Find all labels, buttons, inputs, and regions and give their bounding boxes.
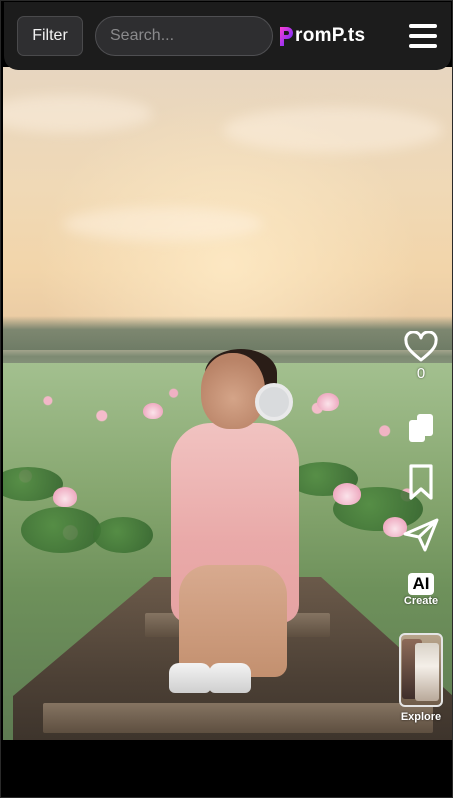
app-frame: Filter romP.ts — [0, 0, 453, 798]
menu-line — [409, 44, 437, 48]
person-shoe — [169, 663, 211, 693]
logo-p-icon — [280, 27, 293, 46]
person-shoe — [209, 663, 251, 693]
send-icon[interactable] — [402, 517, 440, 553]
explore-action[interactable]: Explore — [398, 633, 444, 723]
lily-pad — [21, 507, 101, 553]
like-count: 0 — [416, 365, 426, 382]
filter-button[interactable]: Filter — [17, 16, 83, 56]
create-action[interactable]: AI Create — [398, 573, 444, 607]
person-face — [201, 353, 265, 429]
thumbnail-photo — [415, 643, 439, 701]
like-action[interactable]: 0 — [398, 331, 444, 382]
copy-action[interactable] — [398, 411, 444, 447]
lotus-flower — [317, 393, 339, 411]
share-action[interactable] — [398, 517, 444, 553]
cloud — [63, 207, 263, 241]
feed-image[interactable] — [3, 67, 452, 740]
menu-icon[interactable] — [409, 24, 437, 48]
lily-pad — [93, 517, 153, 553]
heart-icon[interactable] — [403, 331, 439, 363]
bookmark-action[interactable] — [398, 463, 444, 501]
lotus-flower — [53, 487, 77, 507]
bottom-area — [1, 740, 452, 797]
menu-line — [409, 24, 437, 28]
bookmark-icon[interactable] — [407, 463, 435, 501]
explore-thumbnail[interactable] — [399, 633, 443, 707]
logo[interactable]: romP.ts — [278, 16, 365, 56]
boat-seat — [43, 703, 433, 733]
logo-text: romP.ts — [295, 25, 366, 46]
treeline — [3, 316, 452, 350]
ai-create-icon[interactable]: AI — [408, 573, 434, 595]
menu-line — [409, 34, 437, 38]
search-input[interactable] — [95, 16, 273, 56]
headphone — [255, 383, 293, 421]
top-bar: Filter romP.ts — [4, 2, 451, 70]
person-legs — [179, 565, 287, 677]
create-label: Create — [403, 595, 439, 607]
lotus-flower — [333, 483, 361, 505]
lotus-flower — [143, 403, 163, 419]
explore-label: Explore — [400, 711, 442, 723]
copy-icon[interactable] — [405, 411, 437, 447]
cloud — [223, 107, 443, 153]
